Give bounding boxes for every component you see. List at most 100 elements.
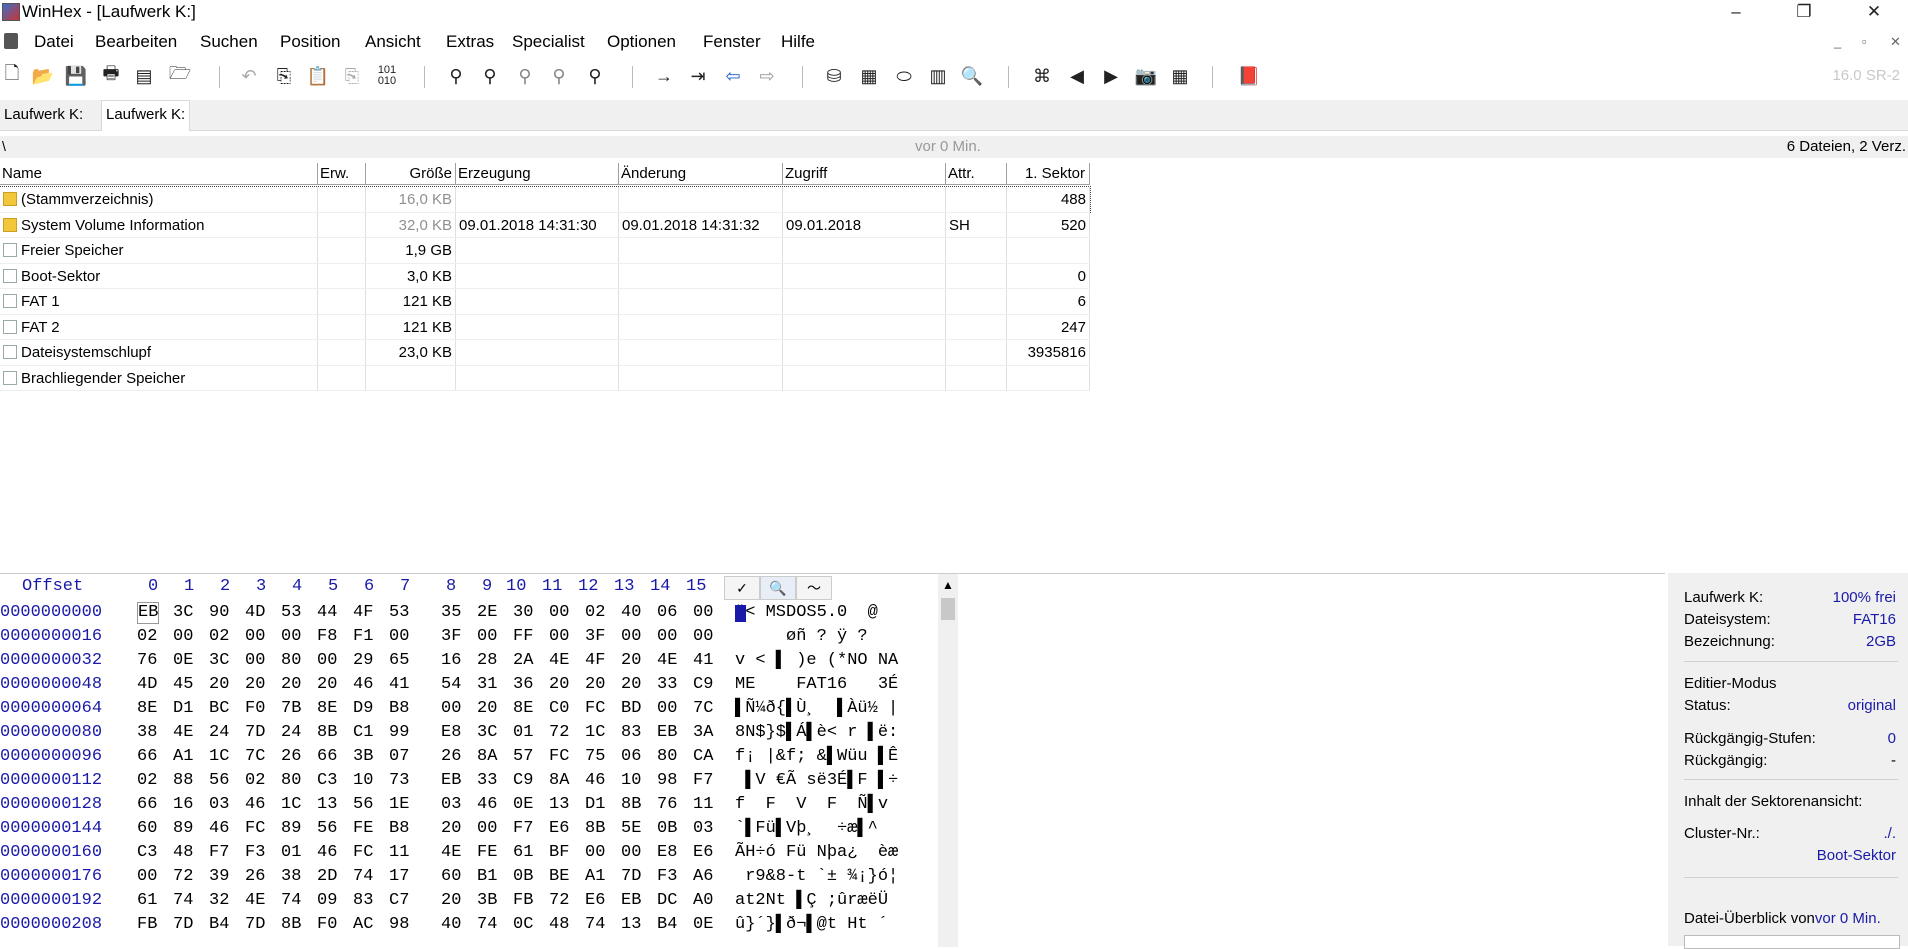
menu-bearbeiten[interactable]: Bearbeiten [95, 32, 177, 52]
hex-byte[interactable]: 7D [245, 721, 265, 745]
hex-byte[interactable]: 53 [389, 601, 409, 625]
prev-icon[interactable]: ◀ [1065, 64, 1089, 88]
hex-byte[interactable]: 00 [441, 697, 461, 721]
hex-byte[interactable]: FE [477, 841, 497, 865]
hex-byte[interactable]: 24 [281, 721, 301, 745]
hex-byte[interactable]: 65 [389, 649, 409, 673]
hex-byte[interactable]: 16 [173, 793, 193, 817]
hex-byte[interactable]: 74 [281, 889, 301, 913]
hex-byte[interactable]: 00 [585, 841, 605, 865]
hex-byte[interactable]: 4E [173, 721, 193, 745]
tab-laufwerk-k-1[interactable]: Laufwerk K: [0, 102, 87, 128]
hex-byte[interactable]: 88 [173, 769, 193, 793]
hex-byte[interactable]: 76 [657, 793, 677, 817]
help-book-icon[interactable]: 📕 [1237, 64, 1261, 88]
hex-byte[interactable]: 7D [173, 913, 193, 937]
hex-byte[interactable]: 38 [137, 721, 157, 745]
hex-row[interactable]: 0000000000 EB 3C 90 4D 53 44 4F 53 35 2E 30 00 02 40 06… [0, 601, 935, 625]
print-icon[interactable]: 🖶 [99, 63, 123, 88]
hex-byte[interactable]: F7 [693, 769, 713, 793]
hex-byte[interactable]: 16 [441, 649, 461, 673]
hex-byte[interactable]: F1 [353, 625, 373, 649]
hex-byte[interactable]: 72 [549, 889, 569, 913]
hex-text[interactable]: øñ ? ÿ ? [735, 625, 868, 649]
menu-extras[interactable]: Extras [446, 32, 494, 52]
hex-byte[interactable]: 74 [477, 913, 497, 937]
hex-byte[interactable]: C7 [389, 889, 409, 913]
hex-row[interactable]: 0000000016 02 00 02 00 00 F8 F1 00 3F 00 FF 00 3F 00 00… [0, 625, 935, 649]
hex-byte[interactable]: 72 [173, 865, 193, 889]
hex-byte[interactable]: 00 [173, 625, 193, 649]
hex-byte[interactable]: 53 [281, 601, 301, 625]
hex-byte[interactable]: 00 [389, 625, 409, 649]
file-list-row[interactable]: (Stammverzeichnis) 16,0 KB 488 [0, 186, 1091, 213]
calculator-icon[interactable]: ▥ [926, 64, 950, 88]
hex-byte[interactable]: 8A [549, 769, 569, 793]
hex-byte[interactable]: 26 [245, 865, 265, 889]
hex-byte[interactable]: E6 [693, 841, 713, 865]
hex-byte[interactable]: 38 [281, 865, 301, 889]
hex-byte[interactable]: FC [585, 697, 605, 721]
hex-byte[interactable]: 7C [693, 697, 713, 721]
hex-byte[interactable]: 00 [317, 649, 337, 673]
hex-byte[interactable]: C9 [513, 769, 533, 793]
hex-byte[interactable]: 3C [477, 721, 497, 745]
hex-byte[interactable]: EB [441, 769, 461, 793]
hex-byte[interactable]: FE [353, 817, 373, 841]
file-list-row[interactable]: Brachliegender Speicher [0, 365, 1090, 391]
hex-byte[interactable]: 07 [389, 745, 409, 769]
hex-text[interactable]: ▌V €Ã së3É▌F ▌÷ [735, 769, 898, 793]
hex-byte[interactable]: E8 [441, 721, 461, 745]
hex-row[interactable]: 0000000112 02 88 56 02 80 C3 10 73 EB 33 C9 8A 46 10 98… [0, 769, 935, 793]
hex-byte[interactable]: 33 [657, 673, 677, 697]
hex-byte[interactable]: FC [353, 841, 373, 865]
hex-text[interactable]: ▌Ñ¼ð{▌Ù¸ ▌Àü½ | [735, 697, 898, 721]
hex-byte[interactable]: E6 [585, 889, 605, 913]
hex-byte[interactable]: 30 [513, 601, 533, 625]
hex-byte[interactable]: FF [513, 625, 533, 649]
hex-byte[interactable]: 48 [173, 841, 193, 865]
mdi-document-icon[interactable] [4, 33, 18, 49]
hex-byte[interactable]: 4D [137, 673, 157, 697]
hex-byte[interactable]: 66 [137, 793, 157, 817]
hex-byte[interactable]: 2A [513, 649, 533, 673]
hex-byte[interactable]: 00 [137, 865, 157, 889]
hex-byte[interactable]: 26 [281, 745, 301, 769]
hex-byte[interactable]: 00 [549, 625, 569, 649]
hex-byte[interactable]: 11 [389, 841, 409, 865]
hex-byte[interactable]: 02 [137, 625, 157, 649]
hex-byte[interactable]: 83 [621, 721, 641, 745]
hex-byte[interactable]: 8A [477, 745, 497, 769]
hex-byte[interactable]: 10 [621, 769, 641, 793]
hex-byte[interactable]: 11 [693, 793, 713, 817]
hex-byte[interactable]: 56 [353, 793, 373, 817]
hex-byte[interactable]: E8 [657, 841, 677, 865]
hex-byte[interactable]: 4F [585, 649, 605, 673]
hex-byte[interactable]: 00 [477, 817, 497, 841]
save-icon[interactable]: 💾 [64, 64, 88, 88]
hex-byte[interactable]: 61 [513, 841, 533, 865]
find-hex-icon[interactable]: ⚲ [478, 64, 502, 88]
hex-text[interactable]: f¡ |&f; &▌Wüu ▌Ê [735, 745, 898, 769]
hex-byte[interactable]: 66 [137, 745, 157, 769]
open-icon[interactable]: 📂 [31, 64, 55, 88]
hex-byte[interactable]: 39 [209, 865, 229, 889]
hex-byte[interactable]: 20 [209, 673, 229, 697]
menu-suchen[interactable]: Suchen [200, 32, 258, 52]
hex-byte[interactable]: 2E [477, 601, 497, 625]
hex-byte[interactable]: 00 [693, 625, 713, 649]
hex-byte[interactable]: 20 [317, 673, 337, 697]
hex-byte[interactable]: 99 [389, 721, 409, 745]
hex-byte[interactable]: C3 [317, 769, 337, 793]
hex-byte[interactable]: 8E [513, 697, 533, 721]
hex-byte[interactable]: 03 [209, 793, 229, 817]
hex-text[interactable]: at2Nt ▌Ç ;ûræëÜ [735, 889, 898, 913]
hex-text[interactable]: ÃH÷ó Fü Nþa¿ èæ [735, 841, 898, 865]
hex-byte[interactable]: 20 [245, 673, 265, 697]
hex-byte[interactable]: EB [657, 721, 677, 745]
hex-byte[interactable]: 26 [441, 745, 461, 769]
hex-byte[interactable]: 80 [657, 745, 677, 769]
hex-byte[interactable]: 56 [317, 817, 337, 841]
hex-byte[interactable]: 0E [513, 793, 533, 817]
hex-byte[interactable]: BE [549, 865, 569, 889]
